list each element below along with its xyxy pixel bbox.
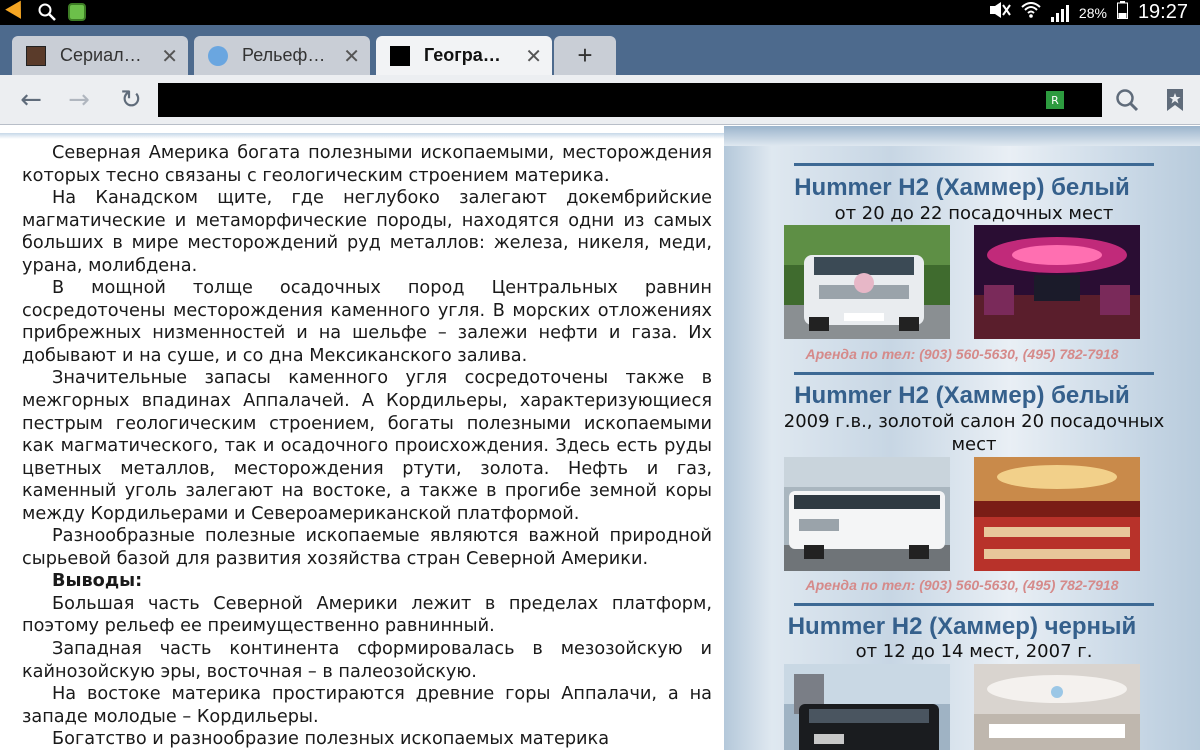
tab-title: Рельеф…: [242, 45, 326, 65]
close-icon[interactable]: ✕: [525, 44, 542, 68]
conclusions-heading: Выводы:: [52, 571, 143, 592]
relief-favicon: [208, 45, 228, 66]
article-top-border: [0, 133, 725, 139]
tab-geography[interactable]: Геогра… ✕: [376, 36, 552, 75]
url-bar[interactable]: R: [158, 83, 1102, 117]
close-icon[interactable]: ✕: [161, 44, 178, 68]
signal-icon: [1050, 4, 1069, 22]
ad-subtitle: 2009 г.в., золотой салон 20 посадочных м…: [783, 411, 1165, 455]
sidebar-top-glow: [724, 126, 1200, 146]
conclusion-paragraph: Западная часть континента сформировалась…: [22, 639, 712, 682]
game-icon: [66, 2, 88, 22]
battery-icon: [1116, 1, 1128, 24]
search-button[interactable]: [1110, 83, 1144, 117]
ad-title[interactable]: Hummer H2 (Хаммер) белый: [724, 174, 1200, 202]
browser-toolbar: ← → ↻ R: [0, 75, 1200, 125]
sidebar-ads: Hummer H2 (Хаммер) белый от 20 до 22 пос…: [724, 126, 1200, 750]
purple-limo-interior-photo[interactable]: [974, 225, 1140, 339]
ad-divider: [794, 372, 1154, 375]
search-icon: [36, 2, 58, 22]
geography-favicon: [390, 45, 410, 66]
tv-series-favicon: [26, 45, 46, 66]
bookmark-icon: [1167, 89, 1183, 111]
paragraph: Разнообразные полезные ископаемые являют…: [22, 526, 712, 569]
paragraph: Значительные запасы каменного угля сосре…: [22, 368, 712, 524]
ad-divider: [794, 163, 1154, 166]
tab-relief[interactable]: Рельеф… ✕: [194, 36, 370, 75]
tab-title: Геогра…: [424, 45, 501, 65]
ad-phone[interactable]: Аренда по тел: (903) 560-5630, (495) 782…: [724, 577, 1200, 593]
ad-title[interactable]: Hummer H2 (Хаммер) белый: [724, 382, 1200, 410]
search-icon: [1116, 89, 1139, 112]
conclusion-paragraph: Богатство и разнообразие полезных ископа…: [52, 729, 610, 750]
tab-title: Сериал…: [60, 45, 142, 65]
ad-subtitle: от 20 до 22 посадочных мест: [834, 203, 1114, 224]
clock: 19:27: [1137, 1, 1188, 23]
article-body: Северная Америка богата полезными ископа…: [22, 142, 712, 750]
bookmark-button[interactable]: [1158, 83, 1192, 117]
ad-subtitle: от 12 до 14 мест, 2007 г.: [855, 641, 1093, 662]
ad-title[interactable]: Hummer H2 (Хаммер) черный: [724, 613, 1200, 641]
article: Северная Америка богата полезными ископа…: [0, 126, 732, 750]
wifi-icon: [1021, 2, 1041, 23]
conclusion-paragraph: Большая часть Северной Америки лежит в п…: [22, 593, 712, 637]
mute-icon: [989, 2, 1011, 23]
paragraph: На Канадском щите, где неглубоко залегаю…: [22, 188, 712, 276]
battery-percent: 28%: [1078, 4, 1107, 21]
white-stretch-hummer-photo[interactable]: [784, 457, 950, 571]
close-icon[interactable]: ✕: [343, 44, 360, 68]
extension-icon[interactable]: R: [1046, 91, 1064, 109]
pizza-icon: [5, 0, 29, 24]
reload-button[interactable]: ↻: [114, 83, 148, 117]
ad-divider: [794, 603, 1154, 606]
status-bar: 28% 19:27: [0, 0, 1200, 25]
conclusion-paragraph: На востоке материка простираются древние…: [22, 684, 712, 727]
back-button[interactable]: ←: [14, 83, 48, 117]
paragraph: Северная Америка богата полезными ископа…: [22, 143, 712, 186]
gold-limo-interior-photo[interactable]: [974, 457, 1140, 571]
tab-serial[interactable]: Сериал… ✕: [12, 36, 188, 75]
white-hummer-wedding-photo[interactable]: [784, 225, 950, 339]
ad-phone[interactable]: Аренда по тел: (903) 560-5630, (495) 782…: [724, 346, 1200, 362]
white-limo-interior-photo[interactable]: [974, 664, 1140, 750]
forward-button[interactable]: →: [62, 83, 96, 117]
new-tab-button[interactable]: +: [554, 36, 616, 75]
black-hummer-photo[interactable]: [784, 664, 950, 750]
paragraph: В мощной толще осадочных пород Центральн…: [22, 278, 712, 366]
